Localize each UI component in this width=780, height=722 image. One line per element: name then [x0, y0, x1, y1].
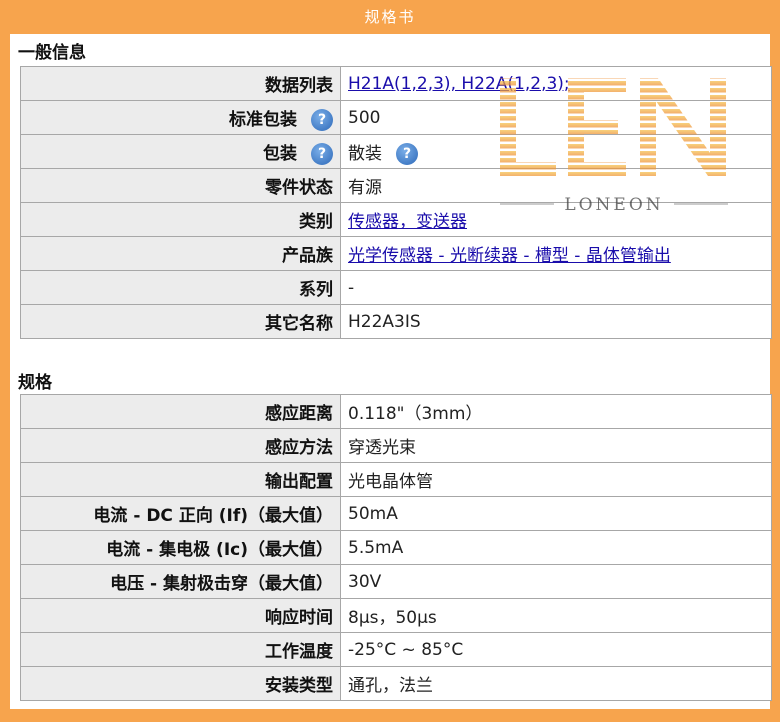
- spec-value: H22A3IS: [348, 311, 421, 332]
- spec-value-cell: -25°C ~ 85°C: [340, 632, 772, 667]
- spec-row: 产品族 光学传感器 - 光断续器 - 槽型 - 晶体管输出: [20, 236, 772, 271]
- spec-label-cell: 标准包装?: [20, 100, 341, 135]
- general-info-title: 一般信息: [18, 43, 86, 63]
- spec-value: 散装: [348, 143, 382, 164]
- spec-row: 包装? 散装?: [20, 134, 772, 169]
- spec-label: 电流 - DC 正向 (If)（最大值）: [93, 506, 333, 526]
- spec-value-cell: 8μs，50μs: [340, 598, 772, 633]
- spec-row: 响应时间 8μs，50μs: [20, 598, 772, 633]
- spec-label: 响应时间: [265, 608, 333, 628]
- spec-label-cell: 感应方法: [20, 428, 341, 463]
- spec-row: 工作温度 -25°C ~ 85°C: [20, 632, 772, 667]
- spec-label-cell: 包装?: [20, 134, 341, 169]
- spec-value-cell: 传感器，变送器: [340, 202, 772, 237]
- header-title: 规格书: [364, 8, 416, 26]
- help-question-icon[interactable]: ?: [311, 142, 333, 165]
- spec-row: 感应方法 穿透光束: [20, 428, 772, 463]
- spec-label: 感应方法: [265, 438, 333, 458]
- spec-value-cell: 0.118"（3mm）: [340, 394, 772, 429]
- spec-label-cell: 工作温度: [20, 632, 341, 667]
- spec-value-cell: 光电晶体管: [340, 462, 772, 497]
- spec-value-cell: 通孔，法兰: [340, 666, 772, 701]
- spec-label-cell: 类别: [20, 202, 341, 237]
- spec-value-cell: 30V: [340, 564, 772, 599]
- spec-label: 其它名称: [265, 314, 333, 334]
- spec-row: 标准包装? 500: [20, 100, 772, 135]
- spec-value-cell: H21A(1,2,3), H22A(1,2,3);: [340, 66, 772, 101]
- spec-row: 类别 传感器，变送器: [20, 202, 772, 237]
- spec-value: 穿透光束: [348, 438, 416, 458]
- spec-label: 类别: [299, 212, 333, 232]
- spec-row: 电流 - DC 正向 (If)（最大值） 50mA: [20, 496, 772, 531]
- spec-value-link[interactable]: 光学传感器 - 光断续器 - 槽型 - 晶体管输出: [348, 246, 671, 266]
- spec-value-link[interactable]: H21A(1,2,3), H22A(1,2,3);: [348, 74, 570, 94]
- spec-label-cell: 产品族: [20, 236, 341, 271]
- spec-panel: 一般信息 数据列表 H21A(1,2,3), H22A(1,2,3); 标准包装? 5…: [10, 34, 772, 709]
- spec-label: 电流 - 集电极 (Ic)（最大值）: [106, 540, 333, 560]
- spec-label: 电压 - 集射极击穿（最大值）: [110, 574, 333, 594]
- spec-row: 电压 - 集射极击穿（最大值） 30V: [20, 564, 772, 599]
- spec-label: 工作温度: [265, 642, 333, 662]
- spec-value-cell: 穿透光束: [340, 428, 772, 463]
- specs-table: 感应距离 0.118"（3mm） 感应方法 穿透光束 输出配置 光电晶体管 电流 - DC …: [20, 394, 772, 701]
- spec-label-cell: 系列: [20, 270, 341, 305]
- spec-value-link[interactable]: 传感器，变送器: [348, 212, 467, 232]
- spec-label: 输出配置: [265, 472, 333, 492]
- spec-value-cell: -: [340, 270, 772, 305]
- spec-label: 数据列表: [265, 76, 333, 96]
- spec-value: 光电晶体管: [348, 472, 433, 492]
- spec-value: 0.118"（3mm）: [348, 404, 483, 424]
- general-info-table: 数据列表 H21A(1,2,3), H22A(1,2,3); 标准包装? 500 包装?…: [20, 66, 772, 339]
- spec-label: 包装: [263, 143, 297, 164]
- spec-value: 500: [348, 107, 381, 128]
- spec-label-cell: 感应距离: [20, 394, 341, 429]
- help-question-icon[interactable]: ?: [396, 142, 418, 165]
- spec-value-cell: 50mA: [340, 496, 772, 531]
- spec-row: 系列 -: [20, 270, 772, 305]
- spec-value: 5.5mA: [348, 537, 404, 558]
- spec-value: 50mA: [348, 503, 398, 524]
- spec-value-cell: 5.5mA: [340, 530, 772, 565]
- spec-value: 通孔，法兰: [348, 676, 433, 696]
- spec-label-cell: 零件状态: [20, 168, 341, 203]
- spec-row: 安装类型 通孔，法兰: [20, 666, 772, 701]
- spec-value-cell: H22A3IS: [340, 304, 772, 339]
- spec-row: 感应距离 0.118"（3mm）: [20, 394, 772, 429]
- spec-row: 其它名称 H22A3IS: [20, 304, 772, 339]
- spec-label-cell: 数据列表: [20, 66, 341, 101]
- spec-row: 数据列表 H21A(1,2,3), H22A(1,2,3);: [20, 66, 772, 101]
- spec-value-cell: 散装?: [340, 134, 772, 169]
- spec-label: 标准包装: [229, 109, 297, 130]
- spec-value-cell: 有源: [340, 168, 772, 203]
- spec-value: 8μs，50μs: [348, 608, 437, 628]
- spec-value: -: [348, 277, 355, 298]
- spec-value: 30V: [348, 571, 382, 592]
- spec-label-cell: 电压 - 集射极击穿（最大值）: [20, 564, 341, 599]
- spec-value: -25°C ~ 85°C: [348, 639, 464, 660]
- spec-label-cell: 安装类型: [20, 666, 341, 701]
- spec-label: 系列: [299, 280, 333, 300]
- spec-value-cell: 光学传感器 - 光断续器 - 槽型 - 晶体管输出: [340, 236, 772, 271]
- spec-label-cell: 其它名称: [20, 304, 341, 339]
- spec-value-cell: 500: [340, 100, 772, 135]
- spec-label-cell: 输出配置: [20, 462, 341, 497]
- spec-label: 安装类型: [265, 676, 333, 696]
- spec-label: 产品族: [282, 246, 333, 266]
- spec-label-cell: 电流 - DC 正向 (If)（最大值）: [20, 496, 341, 531]
- spec-label: 感应距离: [265, 404, 333, 424]
- spec-row: 零件状态 有源: [20, 168, 772, 203]
- spec-label-cell: 响应时间: [20, 598, 341, 633]
- help-question-icon[interactable]: ?: [311, 108, 333, 131]
- specs-title: 规格: [18, 373, 52, 393]
- spec-row: 输出配置 光电晶体管: [20, 462, 772, 497]
- spec-label: 零件状态: [265, 178, 333, 198]
- spec-label-cell: 电流 - 集电极 (Ic)（最大值）: [20, 530, 341, 565]
- spec-row: 电流 - 集电极 (Ic)（最大值） 5.5mA: [20, 530, 772, 565]
- spec-value: 有源: [348, 178, 382, 198]
